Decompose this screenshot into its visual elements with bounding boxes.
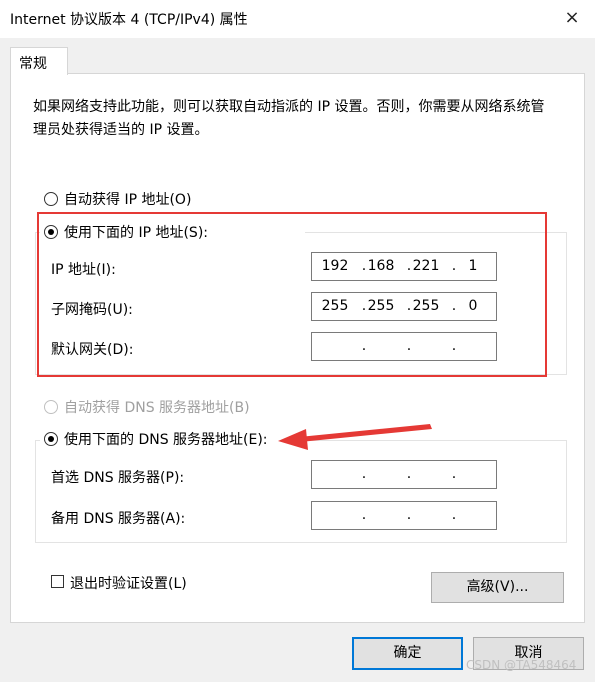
tab-general-label: 常规 [19,56,47,72]
validate-label[interactable]: 退出时验证设置(L) [70,573,187,593]
auto-dns-label[interactable]: 自动获得 DNS 服务器地址(B) [64,397,250,417]
preferred-dns-input[interactable]: . . . [311,460,497,489]
highlight-box [37,212,547,377]
preferred-dns-label: 首选 DNS 服务器(P): [51,470,185,486]
watermark: CSDN @TA548464 [466,658,577,672]
ok-button[interactable]: 确定 [352,637,463,670]
advanced-button[interactable]: 高级(V)... [431,572,564,603]
alternate-dns-label: 备用 DNS 服务器(A): [51,511,186,527]
arrow-head [278,429,308,450]
auto-ip-label[interactable]: 自动获得 IP 地址(O) [64,189,191,209]
window-title: Internet 协议版本 4 (TCP/IPv4) 属性 [10,12,248,28]
arrow-annotation [278,424,432,450]
manual-dns-label[interactable]: 使用下面的 DNS 服务器地址(E): [64,429,268,449]
auto-ip-radio[interactable] [44,192,58,206]
auto-dns-radio[interactable] [44,400,58,414]
validate-checkbox[interactable] [51,575,64,588]
ip-dot: . [451,466,457,482]
ip-dot: . [451,507,457,523]
ip-dot: . [361,466,367,482]
tab-general[interactable]: 常规 [10,47,68,75]
title-bar: Internet 协议版本 4 (TCP/IPv4) 属性 × [0,0,595,38]
manual-dns-radio[interactable] [44,432,58,446]
close-icon[interactable]: × [560,6,584,30]
ip-dot: . [406,466,412,482]
alternate-dns-input[interactable]: . . . [311,501,497,530]
ip-dot: . [406,507,412,523]
ip-dot: . [361,507,367,523]
arrow-shaft [299,424,432,442]
description-text: 如果网络支持此功能，则可以获取自动指派的 IP 设置。否则，你需要从网络系统管理… [33,99,545,138]
